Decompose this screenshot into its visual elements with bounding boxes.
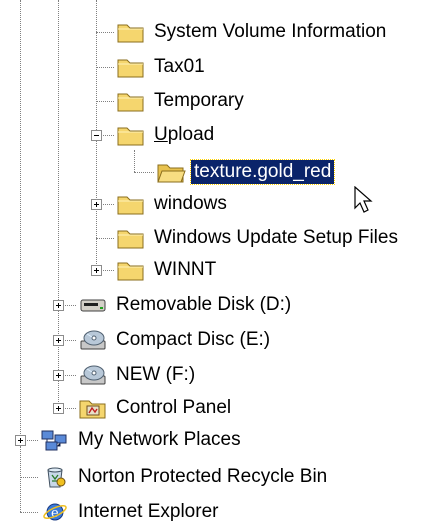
folder-icon bbox=[116, 123, 146, 147]
removable-disk-icon bbox=[78, 293, 108, 317]
tree-item-label: Control Panel bbox=[116, 397, 232, 418]
tree-connector bbox=[20, 446, 21, 512]
tree-item-label: Temporary bbox=[154, 90, 244, 111]
tree-connector bbox=[20, 477, 38, 478]
expand-new-drive-toggle[interactable] bbox=[53, 370, 64, 381]
tree-connector bbox=[103, 135, 114, 136]
network-places-icon bbox=[40, 428, 70, 452]
tree-item-temporary[interactable]: Temporary bbox=[116, 86, 247, 116]
tree-connector bbox=[96, 67, 114, 68]
tree-item-compact-disc[interactable]: Compact Disc (E:) bbox=[78, 325, 273, 355]
folder-icon bbox=[116, 258, 146, 282]
cd-drive-icon bbox=[78, 328, 108, 352]
cd-drive-icon bbox=[78, 363, 108, 387]
expand-network-places-toggle[interactable] bbox=[15, 435, 26, 446]
tree-item-my-network-places[interactable]: My Network Places bbox=[40, 425, 244, 455]
tree-item-label: Norton Protected Recycle Bin bbox=[78, 466, 328, 487]
tree-item-label: System Volume Information bbox=[154, 21, 387, 42]
tree-connector bbox=[58, 0, 59, 408]
tree-item-new-drive[interactable]: NEW (F:) bbox=[78, 360, 198, 390]
tree-item-control-panel[interactable]: Control Panel bbox=[78, 393, 234, 423]
tree-item-label: Compact Disc (E:) bbox=[116, 329, 271, 350]
folder-icon bbox=[116, 226, 146, 250]
tree-connector bbox=[134, 172, 154, 173]
tree-item-system-volume-information[interactable]: System Volume Information bbox=[116, 17, 389, 47]
mouse-pointer-icon bbox=[354, 186, 373, 213]
tree-connector bbox=[134, 150, 135, 172]
tree-item-windows[interactable]: windows bbox=[116, 189, 230, 219]
tree-item-label: Internet Explorer bbox=[78, 501, 219, 522]
folder-tree: System Volume Information Tax01 Temporar… bbox=[0, 0, 431, 522]
access-key-letter: U bbox=[154, 124, 168, 145]
tree-connector bbox=[96, 238, 114, 239]
tree-item-winnt[interactable]: WINNT bbox=[116, 255, 219, 285]
expand-windows-toggle[interactable] bbox=[91, 199, 102, 210]
tree-item-label: WINNT bbox=[154, 259, 217, 280]
expand-compact-disc-toggle[interactable] bbox=[53, 335, 64, 346]
recycle-bin-icon bbox=[40, 465, 70, 489]
expand-control-panel-toggle[interactable] bbox=[53, 403, 64, 414]
tree-connector bbox=[65, 340, 76, 341]
tree-item-internet-explorer[interactable]: e Internet Explorer bbox=[40, 497, 221, 527]
folder-icon bbox=[116, 192, 146, 216]
tree-item-label: Tax01 bbox=[154, 56, 205, 77]
tree-item-upload[interactable]: Upload bbox=[116, 120, 217, 150]
folder-icon bbox=[116, 20, 146, 44]
tree-item-texture-gold-red[interactable]: texture.gold_red bbox=[156, 157, 336, 187]
expand-removable-disk-toggle[interactable] bbox=[53, 300, 64, 311]
internet-explorer-icon: e bbox=[40, 500, 70, 524]
tree-connector bbox=[65, 408, 76, 409]
tree-connector bbox=[96, 32, 114, 33]
tree-item-removable-disk[interactable]: Removable Disk (D:) bbox=[78, 290, 294, 320]
tree-item-label: Windows Update Setup Files bbox=[154, 227, 398, 248]
tree-item-label: NEW (F:) bbox=[116, 364, 196, 385]
tree-item-label: Removable Disk (D:) bbox=[116, 294, 292, 315]
tree-item-norton-recycle-bin[interactable]: Norton Protected Recycle Bin bbox=[40, 462, 330, 492]
tree-item-label: texture.gold_red bbox=[189, 159, 336, 185]
label-rest: pload bbox=[167, 124, 215, 145]
tree-connector bbox=[27, 440, 38, 441]
tree-item-windows-update-setup-files[interactable]: Windows Update Setup Files bbox=[116, 223, 401, 253]
tree-connector bbox=[65, 305, 76, 306]
tree-connector bbox=[96, 101, 114, 102]
folder-icon bbox=[116, 89, 146, 113]
tree-connector bbox=[103, 270, 114, 271]
folder-icon bbox=[116, 55, 146, 79]
collapse-upload-toggle[interactable] bbox=[91, 130, 102, 141]
tree-connector bbox=[20, 512, 38, 513]
control-panel-icon bbox=[78, 396, 108, 420]
tree-item-label: Upload bbox=[151, 123, 217, 147]
folder-open-icon bbox=[156, 160, 186, 184]
tree-connector bbox=[65, 375, 76, 376]
tree-item-label: My Network Places bbox=[78, 429, 241, 450]
tree-item-tax01[interactable]: Tax01 bbox=[116, 52, 208, 82]
tree-connector bbox=[103, 204, 114, 205]
tree-item-label: windows bbox=[154, 193, 227, 214]
expand-winnt-toggle[interactable] bbox=[91, 265, 102, 276]
tree-connector bbox=[20, 0, 21, 440]
